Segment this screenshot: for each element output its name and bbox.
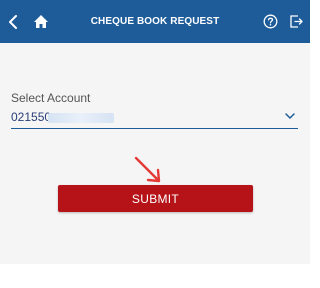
account-value: 021550 — [11, 110, 52, 124]
annotation-arrow-icon — [134, 156, 161, 183]
help-button[interactable] — [260, 0, 280, 43]
masked-account-digits — [48, 113, 114, 123]
logout-button[interactable] — [286, 0, 306, 43]
logout-icon — [289, 15, 303, 28]
app-header: CHEQUE BOOK REQUEST — [0, 0, 310, 43]
select-account-label: Select Account — [11, 91, 91, 105]
chevron-down-icon — [285, 113, 295, 119]
submit-button[interactable]: SUBMIT — [58, 185, 253, 212]
help-icon — [263, 14, 277, 29]
account-select[interactable]: 021550 — [11, 108, 298, 129]
